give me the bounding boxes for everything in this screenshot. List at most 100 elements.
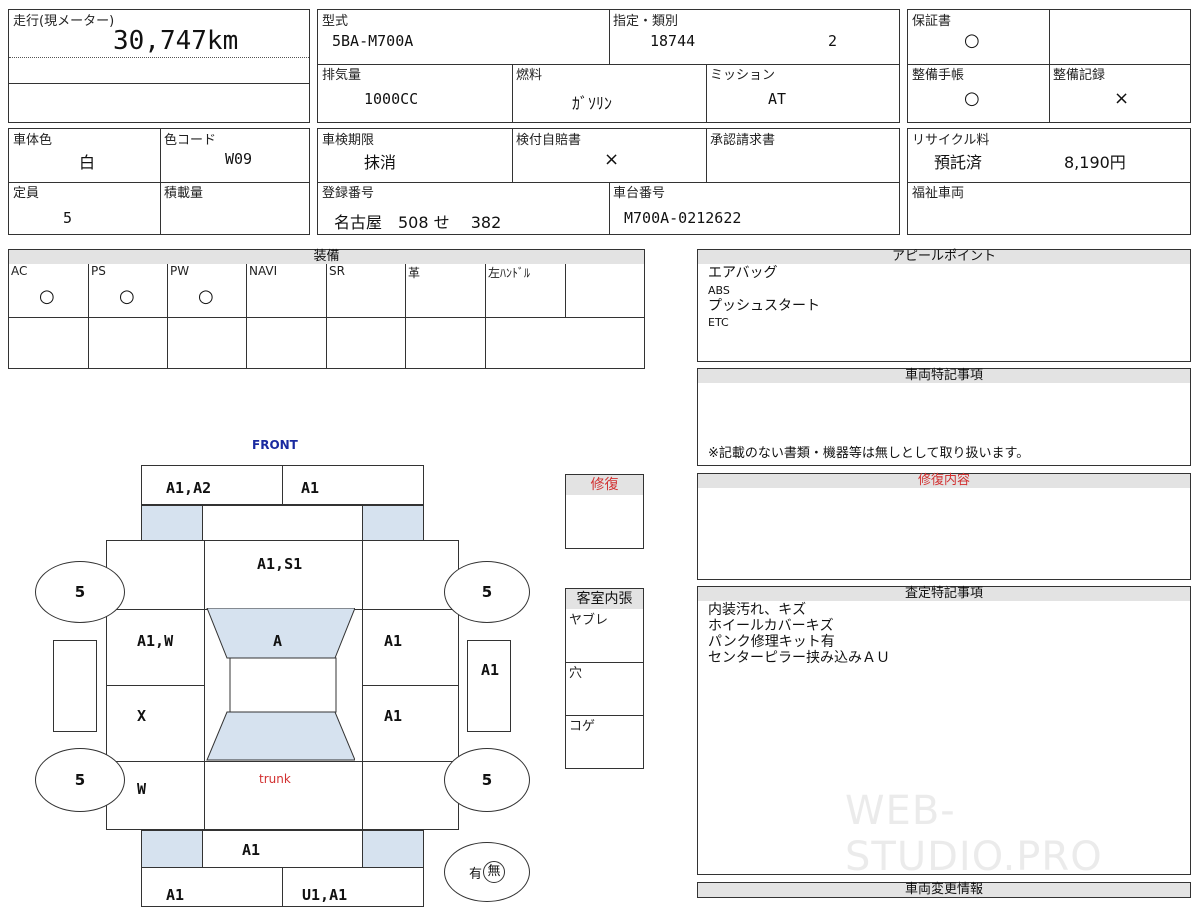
front-left-fender [141, 505, 203, 541]
divider [609, 182, 610, 235]
rear-right-quarter [362, 830, 424, 868]
maint-book-label: 整備手帳 [912, 68, 965, 83]
tire-rear-left: 5 [35, 748, 125, 812]
appeal-header: アピールポイント [697, 249, 1191, 265]
equipment-mark-ps: ○ [119, 286, 135, 307]
right-rear-door-grade: A1 [384, 707, 403, 725]
equipment-mark-pw: ○ [198, 286, 214, 307]
maint-book-value: ○ [964, 88, 980, 109]
registration-value: 名古屋 508 せ 382 [334, 213, 502, 232]
designation-number: 18744 [650, 32, 696, 50]
rear-left-quarter [141, 830, 203, 868]
assessment-line-2: ホイールカバーキズ [708, 618, 834, 634]
interior-box: ヤブレ 穴 コゲ [565, 609, 644, 769]
chassis-value: M700A-0212622 [624, 209, 742, 227]
fuel-label: 燃料 [516, 68, 543, 83]
front-left-grade: A1,A2 [166, 479, 212, 497]
interior-row-hole: 穴 [569, 666, 583, 681]
recycle-label: リサイクル料 [912, 133, 990, 148]
left-front-door-grade: A1,W [137, 632, 174, 650]
warranty-value: ○ [964, 30, 980, 51]
changes-header: 車両変更情報 [697, 882, 1191, 898]
warranty-box: 保証書 ○ 整備手帳 ○ 整備記録 × [907, 9, 1191, 123]
registration-box: 車検期限 抹消 検付自賠書 × 承認請求書 登録番号 名古屋 508 せ 382… [317, 128, 900, 235]
divider [706, 64, 707, 123]
equipment-label-leather: 革 [408, 266, 421, 280]
divider [9, 83, 309, 84]
front-center [202, 505, 363, 541]
vehicle-notes-header: 車両特記事項 [697, 368, 1191, 384]
spare-tire-indicator: 有 無 [444, 842, 530, 902]
divider [107, 685, 204, 686]
left-rear-door-grade: X [137, 707, 147, 725]
appeal-line-2: ABS [708, 284, 730, 297]
equipment-mark-ac: ○ [39, 286, 55, 307]
tire-front-left: 5 [35, 561, 125, 623]
car-diagram: FRONT A1,A2 A1 A1,S1 A1,W A A1 X A1 trun… [0, 430, 560, 907]
model-value: 5BA-M700A [332, 32, 414, 50]
load-label: 積載量 [164, 186, 204, 201]
designation-class: 2 [828, 32, 838, 50]
repair-box-header: 修復 [565, 474, 644, 496]
odometer-label: 走行(現メーター) [13, 14, 115, 29]
interior-row-burn: コゲ [569, 719, 596, 734]
divider [160, 129, 161, 235]
transmission-label: ミッション [710, 68, 776, 83]
divider [565, 264, 566, 317]
color-box: 車体色 白 色コード W09 定員 5 積載量 [8, 128, 310, 235]
divider [362, 541, 363, 830]
front-right-fender [362, 505, 424, 541]
rear-right-grade: U1,A1 [302, 886, 348, 904]
divider [9, 57, 309, 58]
displacement-label: 排気量 [322, 68, 362, 83]
divider [512, 129, 513, 182]
transmission-value: AT [768, 90, 787, 108]
divider [318, 64, 899, 65]
color-code-label: 色コード [164, 133, 217, 148]
equipment-label-pw: PW [170, 264, 190, 278]
front-right-grade: A1 [301, 479, 320, 497]
odometer-box: 走行(現メーター) 30,747km [8, 9, 310, 123]
right-side-sill [467, 640, 511, 732]
equipment-table: AC ○ PS ○ PW ○ NAVI SR 革 左ﾊﾝﾄﾞﾙ [8, 264, 645, 369]
right-front-door-grade: A1 [384, 632, 403, 650]
divider [282, 466, 283, 505]
body-color-value: 白 [79, 153, 96, 172]
interior-header: 客室内張 [565, 588, 644, 610]
equipment-label-lhd: 左ﾊﾝﾄﾞﾙ [488, 266, 531, 280]
front-label: FRONT [252, 438, 298, 452]
maint-record-label: 整備記録 [1053, 68, 1106, 83]
rear-panel [202, 830, 363, 868]
appeal-line-1: エアバッグ [708, 265, 778, 281]
right-side-grade: A1 [481, 661, 500, 679]
chassis-label: 車台番号 [613, 186, 666, 201]
displacement-value: 1000CC [364, 90, 419, 108]
spare-none-label: 無 [483, 861, 505, 883]
inspection-label: 車検期限 [322, 133, 375, 148]
equipment-header: 装備 [8, 249, 645, 265]
divider [88, 264, 89, 368]
divider [512, 64, 513, 123]
divider [706, 129, 707, 182]
appeal-line-3: プッシュスタート [708, 298, 820, 314]
repair-box [565, 495, 644, 549]
capacity-label: 定員 [13, 186, 40, 201]
trunk-label: trunk [259, 772, 291, 786]
tire-rear-right: 5 [444, 748, 530, 812]
assessment-line-4: センターピラー挟み込みＡＵ [708, 650, 890, 666]
recycle-amount: 8,190円 [1064, 153, 1126, 172]
watermark: WEB-STUDIO.PRO [845, 788, 1103, 880]
rear-grade: A1 [242, 841, 261, 859]
repair-content-box [697, 488, 1191, 580]
tire-front-right: 5 [444, 561, 530, 623]
appeal-line-4: ETC [708, 316, 729, 329]
capacity-value: 5 [63, 209, 73, 227]
model-label: 型式 [322, 14, 349, 29]
body-color-label: 車体色 [13, 133, 53, 148]
rear-left-grade: A1 [166, 886, 185, 904]
left-side-sill [53, 640, 97, 732]
fuel-value: ｶﾞｿﾘﾝ [572, 94, 613, 113]
divider [326, 264, 327, 368]
assessment-line-1: 内装汚れ、キズ [708, 602, 807, 618]
assessment-line-3: パンク修理キット有 [708, 634, 835, 650]
